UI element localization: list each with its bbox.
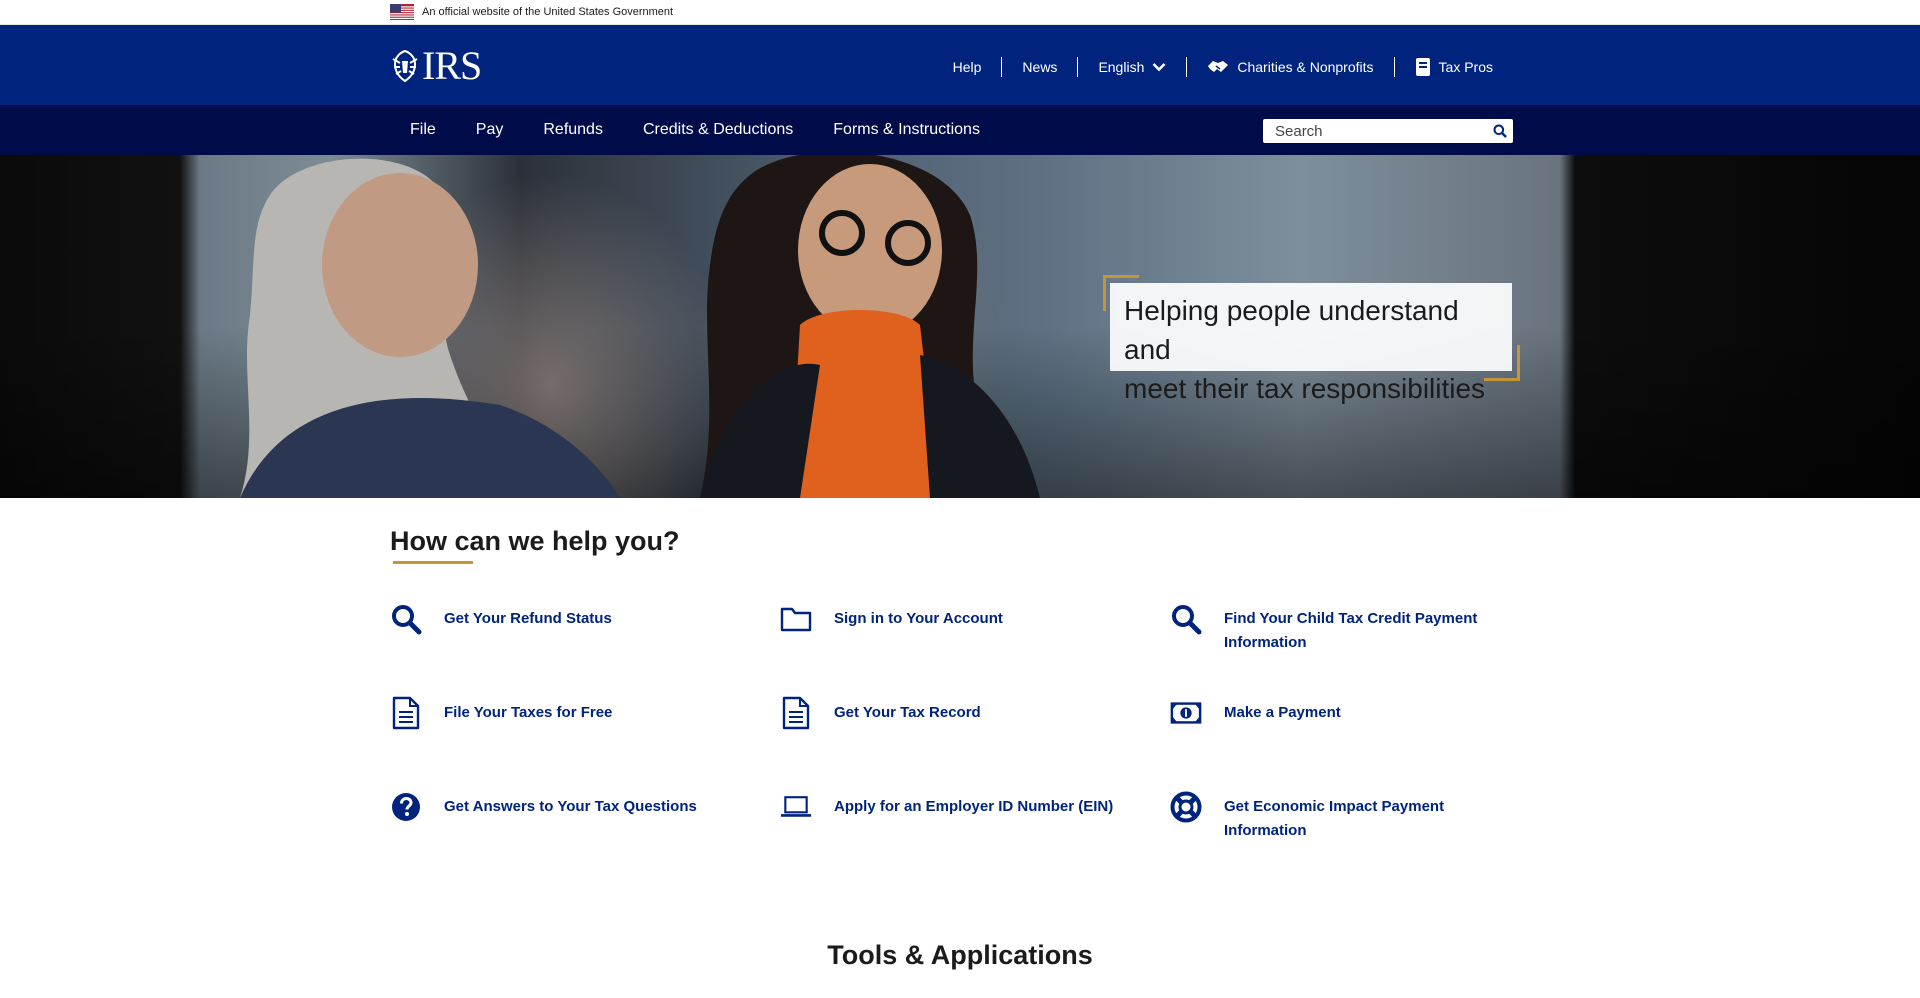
nav-refunds[interactable]: Refunds	[523, 121, 623, 139]
util-news-label: News	[1022, 59, 1058, 75]
money-icon	[1170, 697, 1202, 729]
search-button[interactable]	[1486, 119, 1513, 143]
util-taxpros-label: Tax Pros	[1438, 59, 1493, 75]
nav-file[interactable]: File	[390, 121, 456, 139]
link-label: File Your Taxes for Free	[444, 704, 613, 721]
link-apply-ein[interactable]: Apply for an Employer ID Number (EIN)	[780, 791, 1140, 823]
search-input[interactable]	[1263, 120, 1486, 142]
link-tax-record[interactable]: Get Your Tax Record	[780, 696, 1140, 730]
hero-caption: Helping people understand and meet their…	[1110, 283, 1512, 404]
language-select[interactable]: English	[1078, 59, 1186, 75]
utility-nav: Help News English Charities & Nonprofits	[933, 55, 1513, 79]
site-header: IRS Help News English Charities & Nonpro…	[0, 25, 1920, 105]
us-flag-icon	[390, 4, 414, 20]
hero-caption-line2: meet their tax responsibilities	[1124, 373, 1486, 404]
link-label: Get Your Tax Record	[834, 704, 981, 721]
search-icon	[390, 603, 422, 635]
document-icon	[390, 696, 422, 730]
help-section: How can we help you? Get Your Refund Sta…	[0, 498, 1920, 972]
link-file-taxes-free[interactable]: File Your Taxes for Free	[390, 696, 750, 730]
document-icon	[780, 696, 812, 730]
link-label: Get Answers to Your Tax Questions	[444, 798, 697, 815]
hero-people-image	[240, 155, 1040, 498]
nav-credits-deductions[interactable]: Credits & Deductions	[623, 121, 813, 139]
link-refund-status[interactable]: Get Your Refund Status	[390, 603, 750, 635]
language-label: English	[1098, 59, 1145, 75]
main-nav: File Pay Refunds Credits & Deductions Fo…	[0, 105, 1920, 155]
search-icon	[1170, 603, 1202, 635]
util-news-link[interactable]: News	[1002, 59, 1077, 75]
link-label: Get Economic Impact Payment Information	[1224, 798, 1445, 839]
folder-icon	[780, 603, 812, 635]
link-sign-in-account[interactable]: Sign in to Your Account	[780, 603, 1140, 635]
util-charities-label: Charities & Nonprofits	[1237, 59, 1374, 75]
tools-title: Tools & Applications	[827, 940, 1093, 970]
link-make-payment[interactable]: Make a Payment	[1170, 697, 1530, 729]
util-help-link[interactable]: Help	[933, 59, 1002, 75]
irs-eagle-icon	[392, 49, 418, 83]
nav-pay[interactable]: Pay	[456, 121, 524, 139]
link-label: Find Your Child Tax Credit Payment Infor…	[1224, 610, 1478, 651]
hero-banner: Helping people understand and meet their…	[0, 155, 1920, 498]
link-label: Get Your Refund Status	[444, 610, 612, 627]
gov-banner-text: An official website of the United States…	[422, 6, 674, 18]
link-label: Sign in to Your Account	[834, 610, 1003, 627]
link-label: Apply for an Employer ID Number (EIN)	[834, 798, 1114, 815]
help-title: How can we help you?	[390, 526, 680, 556]
life-ring-icon	[1170, 791, 1202, 823]
link-label: Make a Payment	[1224, 704, 1341, 721]
chevron-down-icon	[1152, 63, 1166, 72]
hero-caption-line1: Helping people understand and	[1124, 295, 1459, 365]
caption-bracket-bottom-right	[1484, 345, 1520, 381]
handshake-icon	[1208, 61, 1229, 72]
tax-pro-icon	[1415, 58, 1430, 76]
help-title-underline	[393, 561, 473, 564]
nav-forms-instructions[interactable]: Forms & Instructions	[813, 121, 1000, 139]
logo-wordmark: IRS	[422, 43, 482, 88]
gov-banner: An official website of the United States…	[0, 0, 1920, 25]
question-circle-icon	[390, 791, 422, 823]
util-charities-link[interactable]: Charities & Nonprofits	[1187, 58, 1393, 76]
util-help-label: Help	[952, 59, 982, 75]
link-child-tax-credit[interactable]: Find Your Child Tax Credit Payment Infor…	[1170, 603, 1530, 655]
search-icon	[1493, 124, 1507, 138]
search-box	[1263, 119, 1513, 143]
util-taxpros-link[interactable]: Tax Pros	[1395, 57, 1513, 77]
link-economic-impact-payment[interactable]: Get Economic Impact Payment Information	[1170, 791, 1530, 843]
laptop-icon	[780, 791, 812, 823]
irs-logo[interactable]: IRS	[390, 43, 482, 88]
link-tax-questions[interactable]: Get Answers to Your Tax Questions	[390, 791, 750, 823]
